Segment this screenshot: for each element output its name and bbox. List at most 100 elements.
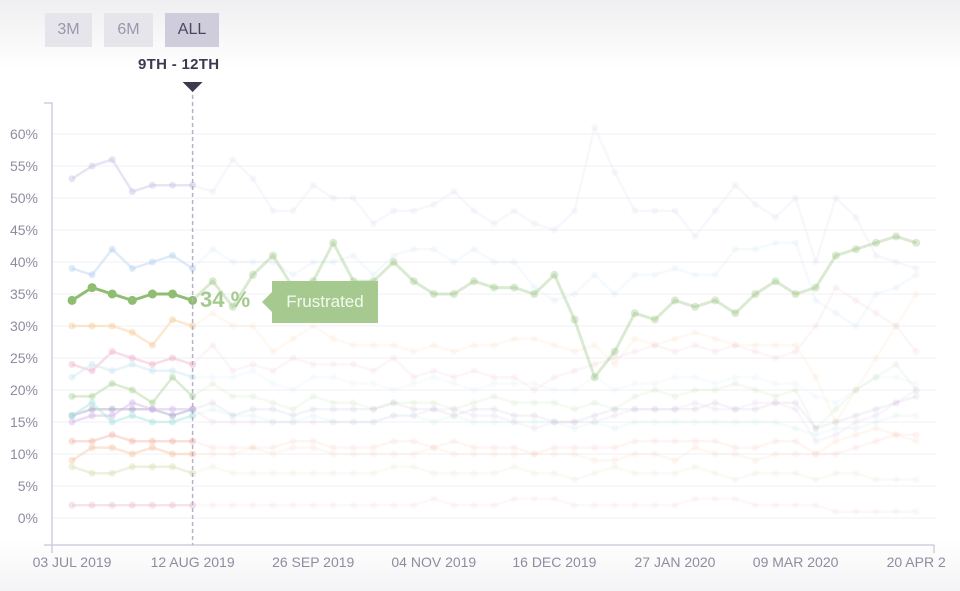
data-point xyxy=(832,437,840,445)
data-point xyxy=(912,348,920,356)
data-point xyxy=(570,315,579,324)
data-point xyxy=(269,405,277,413)
data-point xyxy=(169,373,176,381)
data-point xyxy=(731,444,739,452)
data-point xyxy=(349,252,357,260)
data-point xyxy=(591,444,599,452)
data-point xyxy=(751,418,759,426)
data-point xyxy=(611,424,619,432)
data-point xyxy=(88,367,96,375)
data-point xyxy=(510,495,518,503)
data-point xyxy=(329,194,337,202)
data-point xyxy=(169,367,176,375)
data-point xyxy=(711,418,719,426)
series-frustrated xyxy=(67,232,921,382)
data-point xyxy=(68,463,76,471)
data-point xyxy=(751,399,759,407)
data-point xyxy=(410,405,418,413)
data-point xyxy=(470,412,478,420)
data-point xyxy=(772,399,779,407)
data-point xyxy=(470,386,478,394)
data-point xyxy=(148,181,156,189)
data-point xyxy=(470,444,478,452)
data-point xyxy=(691,405,699,413)
data-point xyxy=(651,405,659,413)
data-point xyxy=(650,315,659,324)
data-point xyxy=(169,501,176,509)
data-point xyxy=(209,405,217,413)
data-point xyxy=(892,258,900,266)
data-point xyxy=(510,380,518,388)
data-point xyxy=(470,469,478,477)
data-point xyxy=(349,501,357,509)
data-point xyxy=(731,309,740,318)
data-point xyxy=(289,501,297,509)
data-point xyxy=(530,418,538,426)
data-point xyxy=(792,450,800,458)
data-point xyxy=(410,501,418,509)
data-point xyxy=(812,392,820,400)
data-point xyxy=(691,232,699,240)
data-point xyxy=(349,450,357,458)
data-point xyxy=(309,418,317,426)
data-point xyxy=(88,469,96,477)
data-point xyxy=(832,284,840,292)
y-tick-label: 50% xyxy=(10,190,38,206)
data-point xyxy=(691,495,699,503)
data-point xyxy=(892,232,901,241)
data-point xyxy=(872,412,880,420)
data-point xyxy=(430,245,438,253)
data-point xyxy=(812,437,820,445)
data-point xyxy=(209,418,217,426)
data-point xyxy=(550,226,558,234)
data-point xyxy=(88,501,96,509)
data-point xyxy=(571,424,578,432)
y-tick-label: 10% xyxy=(10,446,38,462)
data-point xyxy=(329,258,337,266)
data-point xyxy=(309,360,317,368)
data-point xyxy=(571,386,578,394)
data-point xyxy=(490,418,498,426)
data-point xyxy=(832,431,840,439)
data-point xyxy=(128,437,136,445)
data-point xyxy=(108,418,116,426)
data-point xyxy=(792,239,800,247)
data-point xyxy=(711,495,719,503)
data-point xyxy=(249,469,257,477)
data-point xyxy=(269,367,277,375)
data-point xyxy=(370,450,377,458)
data-point xyxy=(651,437,659,445)
data-point xyxy=(389,258,398,266)
data-point xyxy=(128,386,136,394)
data-point xyxy=(711,335,719,343)
data-point xyxy=(530,335,538,343)
data-point xyxy=(912,437,920,445)
data-point xyxy=(309,392,317,400)
data-point xyxy=(88,162,96,170)
data-point xyxy=(249,175,257,183)
data-point xyxy=(851,245,860,254)
data-point xyxy=(631,271,639,279)
data-point xyxy=(772,437,779,445)
data-point xyxy=(269,418,277,426)
data-point xyxy=(872,424,880,432)
data-point xyxy=(792,380,800,388)
y-tick-label: 20% xyxy=(10,382,38,398)
data-point xyxy=(269,251,277,260)
data-point xyxy=(450,373,458,381)
data-point xyxy=(731,181,739,189)
data-point xyxy=(450,188,458,196)
data-point xyxy=(430,405,438,413)
data-point xyxy=(390,437,398,445)
data-point xyxy=(490,380,498,388)
data-point xyxy=(530,450,538,458)
data-point xyxy=(68,264,76,272)
data-point xyxy=(450,412,458,420)
data-point xyxy=(209,463,217,471)
data-point xyxy=(390,341,398,349)
data-point xyxy=(390,450,398,458)
line-chart[interactable]: 0% 5% 10% 15% 20% 25% 30% 35% 40% 45% 50% 55% 60% 03… xyxy=(0,0,960,591)
data-point xyxy=(772,450,779,458)
data-point xyxy=(651,450,659,458)
data-point xyxy=(68,456,76,464)
